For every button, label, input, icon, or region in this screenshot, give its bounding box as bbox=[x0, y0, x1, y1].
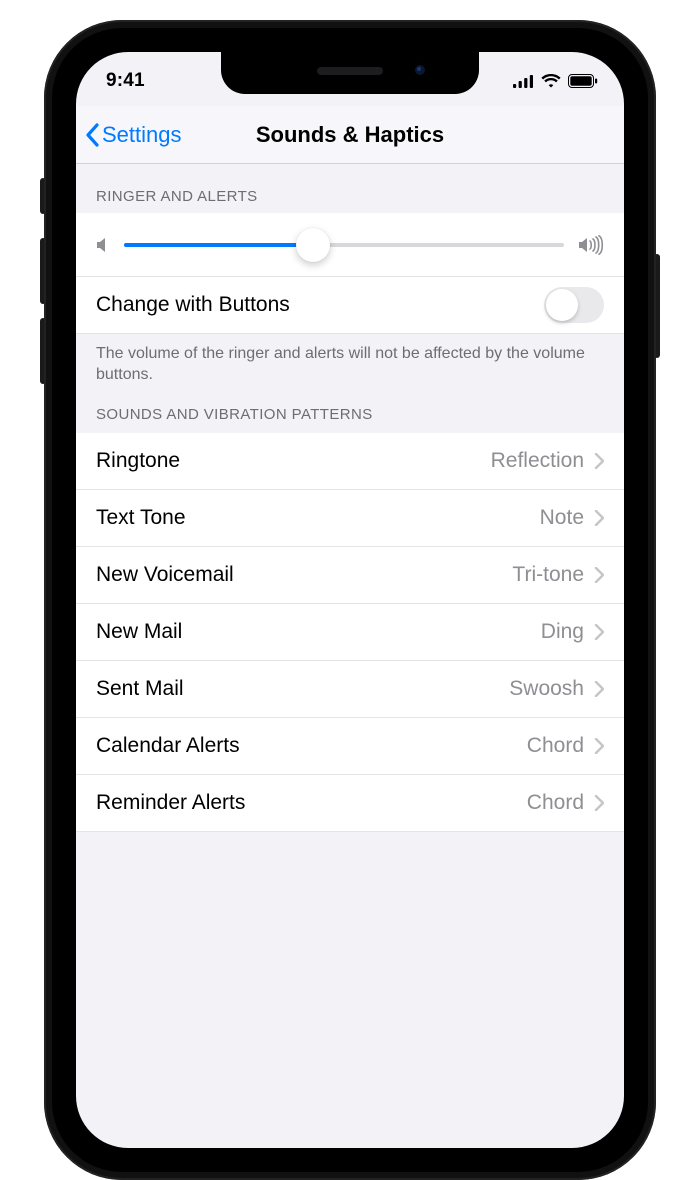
ringer-footer-note: The volume of the ringer and alerts will… bbox=[76, 334, 624, 392]
cell-value: Chord bbox=[527, 791, 584, 815]
cellular-icon bbox=[513, 74, 534, 88]
chevron-right-icon bbox=[594, 738, 604, 754]
speaker-low-icon bbox=[96, 236, 110, 254]
slider-thumb[interactable] bbox=[296, 228, 330, 262]
new-voicemail-cell[interactable]: New Voicemail Tri-tone bbox=[76, 547, 624, 604]
wifi-icon bbox=[541, 74, 561, 88]
cell-value: Tri-tone bbox=[512, 563, 584, 587]
cell-value: Chord bbox=[527, 734, 584, 758]
change-with-buttons-label: Change with Buttons bbox=[96, 293, 544, 317]
reminder-alerts-cell[interactable]: Reminder Alerts Chord bbox=[76, 775, 624, 832]
content: RINGER AND ALERTS bbox=[76, 164, 624, 1148]
toggle-knob bbox=[546, 289, 578, 321]
chevron-right-icon bbox=[594, 624, 604, 640]
chevron-left-icon bbox=[84, 123, 100, 147]
change-with-buttons-toggle[interactable] bbox=[544, 287, 604, 323]
cell-label: Sent Mail bbox=[96, 677, 509, 701]
chevron-right-icon bbox=[594, 567, 604, 583]
section-header-patterns: SOUNDS AND VIBRATION PATTERNS bbox=[76, 392, 624, 433]
cell-label: New Voicemail bbox=[96, 563, 512, 587]
phone-frame: 9:41 bbox=[44, 20, 656, 1180]
front-camera bbox=[413, 63, 427, 77]
back-button[interactable]: Settings bbox=[76, 122, 182, 148]
battery-icon bbox=[568, 74, 598, 88]
cell-label: New Mail bbox=[96, 620, 541, 644]
speaker-high-icon bbox=[578, 235, 604, 255]
change-with-buttons-cell: Change with Buttons bbox=[76, 277, 624, 334]
cell-value: Ding bbox=[541, 620, 584, 644]
sent-mail-cell[interactable]: Sent Mail Swoosh bbox=[76, 661, 624, 718]
chevron-right-icon bbox=[594, 453, 604, 469]
ringtone-cell[interactable]: Ringtone Reflection bbox=[76, 433, 624, 490]
status-time: 9:41 bbox=[106, 70, 145, 92]
section-header-ringer: RINGER AND ALERTS bbox=[76, 164, 624, 213]
chevron-right-icon bbox=[594, 510, 604, 526]
cell-label: Ringtone bbox=[96, 449, 491, 473]
back-label: Settings bbox=[102, 122, 182, 148]
nav-bar: Settings Sounds & Haptics bbox=[76, 106, 624, 164]
cell-label: Text Tone bbox=[96, 506, 540, 530]
ringer-volume-slider[interactable] bbox=[124, 243, 564, 247]
cell-label: Calendar Alerts bbox=[96, 734, 527, 758]
calendar-alerts-cell[interactable]: Calendar Alerts Chord bbox=[76, 718, 624, 775]
cell-label: Reminder Alerts bbox=[96, 791, 527, 815]
notch bbox=[221, 52, 479, 94]
cell-value: Swoosh bbox=[509, 677, 584, 701]
cell-value: Reflection bbox=[491, 449, 584, 473]
text-tone-cell[interactable]: Text Tone Note bbox=[76, 490, 624, 547]
new-mail-cell[interactable]: New Mail Ding bbox=[76, 604, 624, 661]
chevron-right-icon bbox=[594, 795, 604, 811]
chevron-right-icon bbox=[594, 681, 604, 697]
earpiece-speaker bbox=[317, 67, 383, 75]
ringer-volume-slider-cell bbox=[76, 213, 624, 277]
cell-value: Note bbox=[540, 506, 584, 530]
